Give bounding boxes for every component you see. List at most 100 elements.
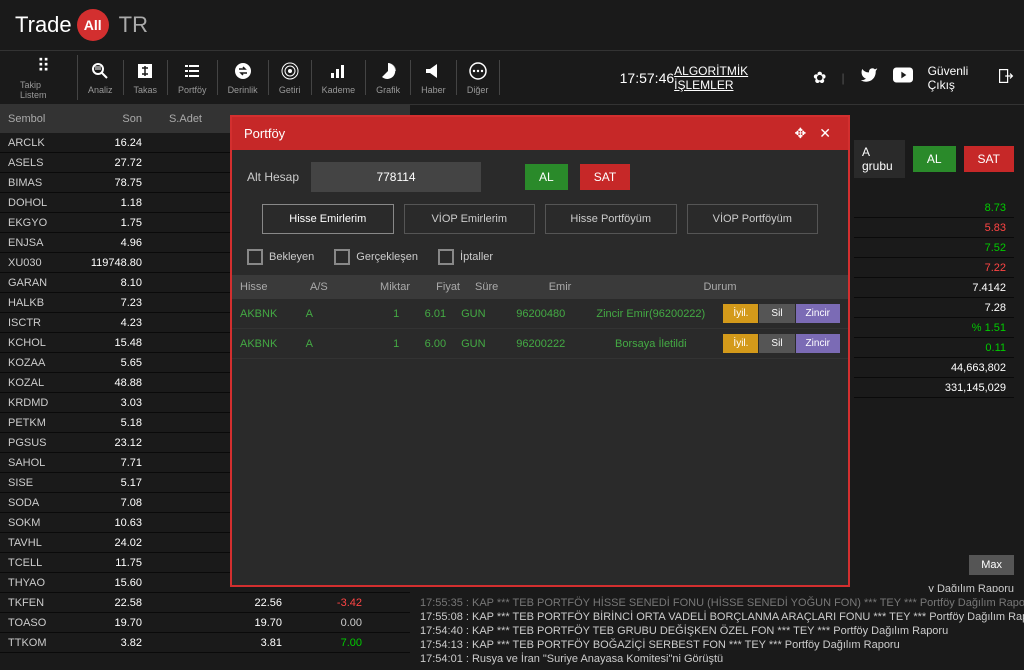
order-row[interactable]: AKBNK A 1 6.00 GUN 96200222 Borsaya İlet… — [232, 329, 848, 359]
watchlist-row[interactable]: TKFEN22.5822.56-3.42 — [0, 593, 410, 613]
value-cell: 8.73 — [985, 202, 1006, 214]
cell-son: 4.96 — [70, 235, 150, 251]
watchlist-row[interactable]: TTKOM3.823.817.00 — [0, 633, 410, 653]
value-cell: % 1.51 — [972, 322, 1006, 334]
logout-label: Güvenli Çıkış — [928, 64, 990, 92]
app-header: Trade All TR — [0, 0, 1024, 50]
cell-sembol: TTKOM — [0, 635, 70, 651]
action-zincir[interactable]: Zincir — [796, 334, 840, 353]
gear-icon[interactable]: ✿ — [813, 68, 826, 88]
al-button[interactable]: AL — [913, 146, 956, 172]
cell-sembol: PETKM — [0, 415, 70, 431]
bars-icon — [327, 60, 349, 82]
cell-sembol: TKFEN — [0, 595, 70, 611]
more-icon — [467, 60, 489, 82]
tool-grafik[interactable]: Grafik — [366, 60, 411, 95]
tool-takip-listem[interactable]: ⠿ Takip Listem — [10, 55, 78, 100]
value-cell: 331,145,029 — [945, 382, 1006, 394]
cell-as: A — [306, 308, 343, 320]
cell-sembol: XU030 — [0, 255, 70, 271]
cell-miktar: 1 — [343, 338, 399, 350]
algo-link[interactable]: ALGORİTMİK İŞLEMLER — [674, 64, 798, 92]
news-line[interactable]: 17:54:40 : KAP *** TEB PORTFÖY TEB GRUBU… — [415, 624, 1024, 638]
logout-button[interactable]: Güvenli Çıkış — [928, 64, 1014, 92]
tab-viop-portfoyum[interactable]: VİOP Portföyüm — [687, 204, 819, 234]
sat-button[interactable]: SAT — [964, 146, 1014, 172]
list-icon — [181, 60, 203, 82]
max-button[interactable]: Max — [969, 555, 1014, 575]
action-sil[interactable]: Sil — [759, 304, 794, 323]
modal-titlebar[interactable]: Portföy ✥ ✕ — [232, 117, 848, 150]
tool-analiz[interactable]: Analiz — [78, 60, 124, 95]
modal-al-button[interactable]: AL — [525, 164, 568, 190]
value-cell: 7.52 — [985, 242, 1006, 254]
twitter-icon[interactable] — [860, 66, 878, 89]
tool-getiri[interactable]: Getiri — [269, 60, 312, 95]
modal-sat-button[interactable]: SAT — [580, 164, 630, 190]
th-miktar[interactable]: Miktar — [350, 281, 410, 293]
cell-durum: Borsaya İletildi — [578, 338, 723, 350]
checkbox-bekleyen[interactable] — [247, 249, 263, 265]
grid-icon: ⠿ — [33, 55, 55, 77]
cell-son: 48.88 — [70, 375, 150, 391]
right-panel: A grubu AL SAT 8.735.837.527.227.41427.2… — [854, 140, 1014, 595]
alt-hesap-label: Alt Hesap — [247, 170, 299, 184]
th-hisse[interactable]: Hisse — [240, 281, 310, 293]
tool-derinlik[interactable]: Derinlik — [218, 60, 269, 95]
tab-hisse-emirlerim[interactable]: Hisse Emirlerim — [262, 204, 394, 234]
cell-durum: Zincir Emir(96200222) — [578, 308, 723, 320]
cell-sembol: TAVHL — [0, 535, 70, 551]
action-iyil[interactable]: İyil. — [723, 304, 758, 323]
checkbox-gerceklesen[interactable] — [334, 249, 350, 265]
cell-son: 1.75 — [70, 215, 150, 231]
right-value-row: 0.11 — [854, 338, 1014, 358]
col-sembol[interactable]: Sembol — [0, 109, 70, 129]
news-line[interactable]: 17:55:08 : KAP *** TEB PORTFÖY BİRİNCİ O… — [415, 610, 1024, 624]
watchlist-row[interactable]: TOASO19.7019.700.00 — [0, 613, 410, 633]
cell-son: 5.65 — [70, 355, 150, 371]
th-fiyat[interactable]: Fiyat — [410, 281, 460, 293]
tool-label: Diğer — [467, 85, 489, 95]
cell-son: 10.63 — [70, 515, 150, 531]
cell-emir: 96200480 — [503, 308, 578, 320]
close-icon[interactable]: ✕ — [814, 125, 836, 142]
col-son[interactable]: Son — [70, 109, 150, 129]
cell-fark: 7.00 — [290, 635, 370, 651]
move-icon[interactable]: ✥ — [787, 125, 815, 142]
youtube-icon[interactable] — [893, 67, 913, 88]
th-as[interactable]: A/S — [310, 281, 350, 293]
analysis-icon — [89, 60, 111, 82]
tool-diger[interactable]: Diğer — [457, 60, 500, 95]
news-line[interactable]: 17:55:35 : KAP *** TEB PORTFÖY HİSSE SEN… — [415, 596, 1024, 610]
cell-son2: 19.70 — [210, 615, 290, 631]
value-cell: 7.28 — [985, 302, 1006, 314]
order-row[interactable]: AKBNK A 1 6.01 GUN 96200480 Zincir Emir(… — [232, 299, 848, 329]
alt-hesap-input[interactable] — [311, 162, 481, 192]
tool-kademe[interactable]: Kademe — [312, 60, 367, 95]
news-line[interactable]: 17:54:13 : KAP *** TEB PORTFÖY BOĞAZİÇİ … — [415, 638, 1024, 652]
tab-hisse-portfoyum[interactable]: Hisse Portföyüm — [545, 204, 677, 234]
cell-son: 4.23 — [70, 315, 150, 331]
th-sure[interactable]: Süre — [460, 281, 520, 293]
pie-icon — [377, 60, 399, 82]
th-emir[interactable]: Emir — [520, 281, 600, 293]
action-sil[interactable]: Sil — [759, 334, 794, 353]
filter-bekleyen: Bekleyen — [269, 251, 314, 263]
tool-portfoy[interactable]: Portföy — [168, 60, 218, 95]
cell-son: 8.10 — [70, 275, 150, 291]
cell-fiyat: 6.01 — [399, 308, 446, 320]
th-durum[interactable]: Durum — [600, 281, 840, 293]
megaphone-icon — [422, 60, 444, 82]
action-zincir[interactable]: Zincir — [796, 304, 840, 323]
right-value-row: 8.73 — [854, 198, 1014, 218]
tool-takas[interactable]: Takas — [124, 60, 169, 95]
cell-son: 7.23 — [70, 295, 150, 311]
right-value-row: 331,145,029 — [854, 378, 1014, 398]
action-iyil[interactable]: İyil. — [723, 334, 758, 353]
news-line[interactable]: 17:54:01 : Rusya ve İran "Suriye Anayasa… — [415, 652, 1024, 666]
tab-viop-emirlerim[interactable]: VİOP Emirlerim — [404, 204, 536, 234]
checkbox-iptaller[interactable] — [438, 249, 454, 265]
cell-sembol: ISCTR — [0, 315, 70, 331]
col-sadet[interactable]: S.Adet — [150, 109, 210, 129]
tool-haber[interactable]: Haber — [411, 60, 457, 95]
